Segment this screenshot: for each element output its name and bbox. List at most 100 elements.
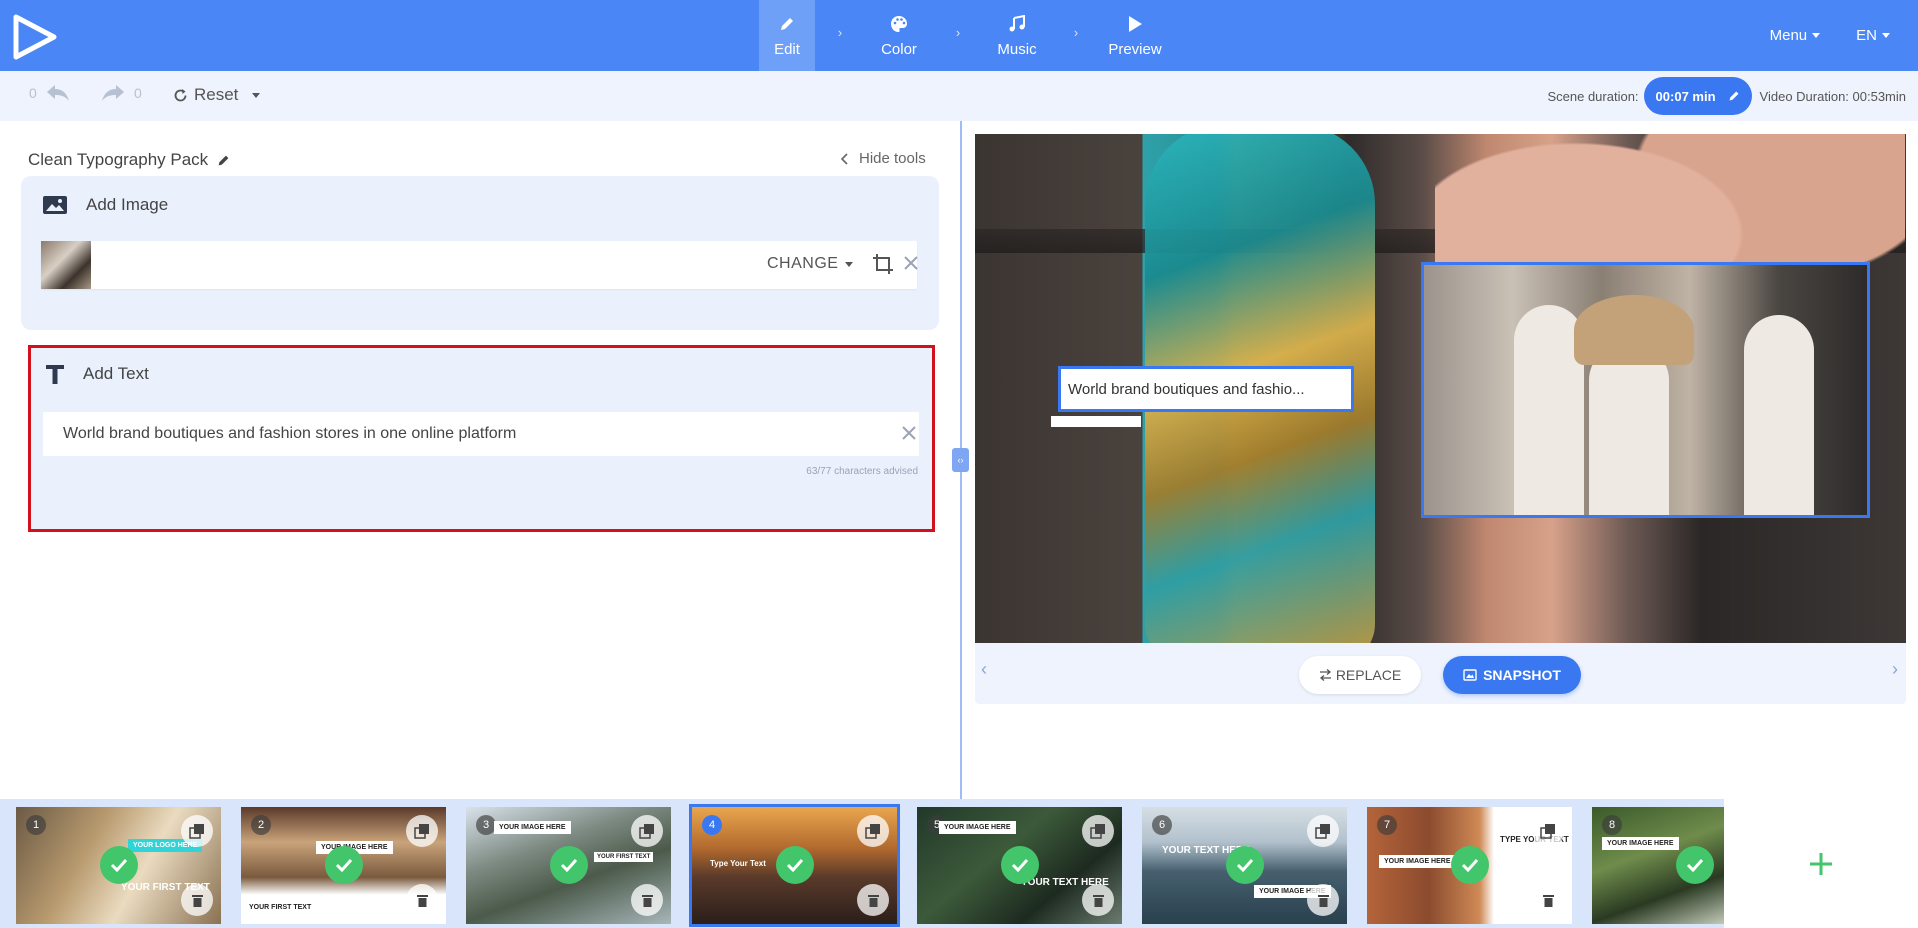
language-dropdown[interactable]: EN xyxy=(1856,27,1890,44)
image-thumbnail[interactable] xyxy=(41,241,91,289)
character-count: 63/77 characters advised xyxy=(806,466,918,477)
checkmark-icon xyxy=(550,846,588,884)
delete-scene-icon[interactable] xyxy=(406,884,438,916)
next-scene-arrow[interactable]: › xyxy=(1892,659,1898,680)
menu-label: Menu xyxy=(1769,27,1808,44)
snapshot-label: SNAPSHOT xyxy=(1483,667,1561,683)
scene-thumbnail[interactable]: 2 YOUR IMAGE HERE YOUR FIRST TEXT xyxy=(241,807,446,924)
snapshot-icon xyxy=(1463,669,1477,681)
preview-underline-element xyxy=(1051,416,1141,427)
chevron-down-icon[interactable] xyxy=(252,92,261,98)
menu-dropdown[interactable]: Menu xyxy=(1770,27,1821,44)
previous-scene-arrow[interactable]: ‹ xyxy=(981,659,987,680)
refresh-icon xyxy=(174,88,187,101)
step-color[interactable]: Color xyxy=(865,0,933,71)
delete-scene-icon[interactable] xyxy=(1307,884,1339,916)
hide-tools-button[interactable]: Hide tools xyxy=(841,150,926,167)
image-field: CHANGE xyxy=(41,241,919,289)
crop-icon[interactable] xyxy=(872,253,894,275)
step-color-label: Color xyxy=(881,41,917,58)
app-logo-icon[interactable] xyxy=(12,14,58,60)
scene-thumbnail[interactable]: 1 YOUR LOGO HERE YOUR FIRST TEXT xyxy=(16,807,221,924)
duplicate-scene-icon[interactable] xyxy=(1532,815,1564,847)
replace-button[interactable]: REPLACE xyxy=(1299,656,1421,694)
duplicate-scene-icon[interactable] xyxy=(1307,815,1339,847)
pencil-icon xyxy=(779,13,795,35)
delete-scene-icon[interactable] xyxy=(181,884,213,916)
scene-thumbnail-active[interactable]: 4 Type Your Text xyxy=(689,804,900,927)
text-input-value: World brand boutiques and fashion stores… xyxy=(63,425,517,442)
project-title[interactable]: Clean Typography Pack xyxy=(28,150,230,170)
duplicate-scene-icon[interactable] xyxy=(181,815,213,847)
preview-image-element[interactable] xyxy=(1421,262,1870,518)
delete-scene-icon[interactable] xyxy=(1082,884,1114,916)
add-image-header: Add Image xyxy=(42,195,168,215)
chevron-down-icon xyxy=(845,261,854,267)
delete-scene-icon[interactable] xyxy=(1532,884,1564,916)
duplicate-scene-icon[interactable] xyxy=(857,815,889,847)
undo-icon xyxy=(46,85,69,101)
step-music-label: Music xyxy=(997,41,1037,58)
add-image-card: Add Image CHANGE xyxy=(21,176,939,330)
scene-duration-button[interactable]: 00:07 min xyxy=(1643,77,1752,115)
top-right-controls: Menu EN xyxy=(1770,0,1918,71)
editor-toolbar: 0 0 Reset Scene duration: 00:07 min Vide… xyxy=(0,71,1918,121)
scene-thumbnail[interactable]: 8 YOUR IMAGE HERE xyxy=(1592,807,1724,924)
scene-duration-value: 00:07 min xyxy=(1655,88,1716,104)
step-edit[interactable]: Edit xyxy=(759,0,815,71)
plus-icon xyxy=(1810,852,1832,875)
pencil-icon xyxy=(1729,91,1739,101)
scene-thumbnail[interactable]: 5 YOUR IMAGE HERE YOUR TEXT HERE xyxy=(917,807,1122,924)
scene-number: 3 xyxy=(476,815,496,835)
duplicate-scene-icon[interactable] xyxy=(1082,815,1114,847)
clear-text-icon[interactable] xyxy=(901,425,917,441)
preview-text-element[interactable]: World brand boutiques and fashio... xyxy=(1058,366,1354,412)
checkmark-icon xyxy=(776,846,814,884)
scene-number: 4 xyxy=(702,815,722,835)
add-scene-button[interactable] xyxy=(1724,799,1918,928)
step-preview[interactable]: Preview xyxy=(1101,0,1169,71)
duplicate-scene-icon[interactable] xyxy=(631,815,663,847)
delete-scene-icon[interactable] xyxy=(631,884,663,916)
delete-scene-icon[interactable] xyxy=(857,884,889,916)
text-input[interactable]: World brand boutiques and fashion stores… xyxy=(43,412,919,456)
scene-thumbnail[interactable]: 6 YOUR IMAGE HERE YOUR TEXT HERE xyxy=(1142,807,1347,924)
mannequin-shape xyxy=(1744,315,1814,515)
swap-icon xyxy=(1319,669,1331,681)
scene-main-text: YOUR FIRST TEXT xyxy=(594,852,654,862)
snapshot-button[interactable]: SNAPSHOT xyxy=(1443,656,1581,694)
scene-thumbnail[interactable]: 7 YOUR IMAGE HERE TYPE YOUR TEXT xyxy=(1367,807,1572,924)
checkmark-icon xyxy=(1226,846,1264,884)
checkmark-icon xyxy=(1451,846,1489,884)
scene-number: 7 xyxy=(1377,815,1397,835)
scene-thumbnail[interactable]: 3 YOUR IMAGE HERE YOUR FIRST TEXT xyxy=(466,807,671,924)
step-edit-label: Edit xyxy=(774,41,800,58)
scene-main-text: YOUR FIRST TEXT xyxy=(249,904,312,911)
step-separator: › xyxy=(955,25,961,40)
scene-preview-image: World brand boutiques and fashio... xyxy=(975,134,1906,643)
undo-button[interactable]: 0 xyxy=(29,83,71,103)
reset-button[interactable]: Reset xyxy=(173,85,261,105)
step-music[interactable]: Music xyxy=(983,0,1051,71)
splitter-handle-icon[interactable]: ‹› xyxy=(952,448,969,472)
checkmark-icon xyxy=(1001,846,1039,884)
workflow-steps: Edit › Color › Music › Preview xyxy=(759,0,1169,71)
editor-panel: Clean Typography Pack Hide tools Add Ima… xyxy=(0,121,960,799)
scene-tag-text: YOUR IMAGE HERE xyxy=(1379,855,1456,868)
duplicate-scene-icon[interactable] xyxy=(406,815,438,847)
preview-text-value: World brand boutiques and fashio... xyxy=(1068,380,1305,398)
change-image-button[interactable]: CHANGE xyxy=(767,255,854,273)
play-icon xyxy=(1127,13,1143,35)
add-text-header: Add Text xyxy=(45,363,149,385)
undo-count: 0 xyxy=(29,85,37,101)
replace-label: REPLACE xyxy=(1335,667,1402,683)
duration-info: Scene duration: 00:07 min Video Duration… xyxy=(1547,77,1906,115)
step-separator: › xyxy=(1073,25,1079,40)
reset-label: Reset xyxy=(194,85,239,104)
scene-number: 8 xyxy=(1602,815,1622,835)
redo-count: 0 xyxy=(134,85,142,101)
redo-button[interactable]: 0 xyxy=(100,83,142,103)
checkmark-icon xyxy=(100,846,138,884)
close-icon[interactable] xyxy=(903,255,919,271)
add-text-heading: Add Text xyxy=(83,364,149,383)
